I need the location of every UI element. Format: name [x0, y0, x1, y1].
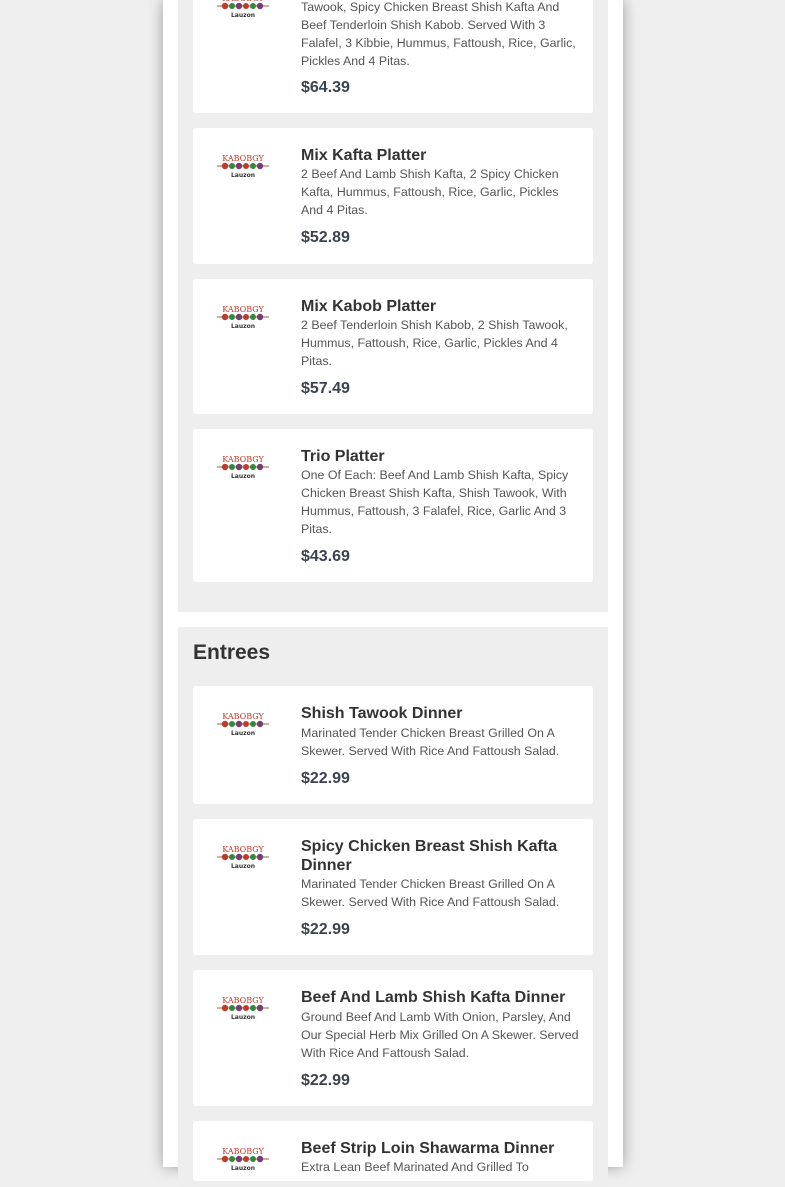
svg-text:Lauzon: Lauzon — [231, 863, 255, 870]
menu-item-name[interactable]: Mix Kabob Platter — [301, 297, 586, 316]
kabobgy-logo-thumbnail: KABOBGY Lauzon — [213, 0, 273, 24]
svg-text:Lauzon: Lauzon — [231, 323, 255, 330]
menu-item-price: $57.49 — [301, 380, 350, 397]
svg-text:Lauzon: Lauzon — [231, 730, 255, 737]
kabobgy-logo-icon: KABOBGY Lauzon — [217, 1147, 269, 1172]
svg-text:KABOBGY: KABOBGY — [222, 154, 264, 163]
section-title-entrees: Entrees — [193, 641, 271, 664]
kabobgy-logo-thumbnail: KABOBGY Lauzon — [213, 301, 273, 335]
svg-text:KABOBGY: KABOBGY — [222, 845, 264, 854]
svg-text:KABOBGY: KABOBGY — [222, 712, 264, 721]
kabobgy-logo-thumbnail: KABOBGY Lauzon — [213, 1143, 273, 1177]
kabobgy-logo-thumbnail: KABOBGY Lauzon — [213, 708, 273, 742]
kabobgy-logo-icon: KABOBGY Lauzon — [217, 154, 269, 179]
kabobgy-logo-thumbnail: KABOBGY Lauzon — [213, 841, 273, 875]
menu-item-description: Extra Lean Beef Marinated And Grilled To — [301, 1160, 529, 1174]
menu-item-price: $43.69 — [301, 548, 350, 565]
svg-text:Lauzon: Lauzon — [231, 12, 255, 19]
svg-text:Lauzon: Lauzon — [231, 473, 255, 480]
menu-item-price: $22.99 — [301, 1072, 350, 1089]
menu-item-description: 2 Beef And Lamb Shish Kafta, 2 Spicy Chi… — [301, 167, 559, 217]
svg-text:Lauzon: Lauzon — [231, 1165, 255, 1172]
kabobgy-logo-icon: KABOBGY Lauzon — [217, 305, 269, 330]
menu-item-description: Tawook, Spicy Chicken Breast Shish Kafta… — [301, 0, 576, 68]
menu-item-price: $22.99 — [301, 770, 350, 787]
menu-item-description: One Of Each: Beef And Lamb Shish Kafta, … — [301, 468, 569, 536]
menu-item-name[interactable]: Trio Platter — [301, 447, 586, 466]
svg-text:KABOBGY: KABOBGY — [222, 455, 264, 464]
menu-item-name[interactable]: Shish Tawook Dinner — [301, 704, 586, 723]
menu-item-name[interactable]: Mix Kafta Platter — [301, 146, 586, 165]
menu-item-description: 2 Beef Tenderloin Shish Kabob, 2 Shish T… — [301, 318, 568, 368]
menu-item-name[interactable]: Beef Strip Loin Shawarma Dinner — [301, 1139, 586, 1158]
svg-text:Lauzon: Lauzon — [231, 172, 255, 179]
kabobgy-logo-icon: KABOBGY Lauzon — [217, 455, 269, 480]
menu-item-description: Ground Beef And Lamb With Onion, Parsley… — [301, 1010, 579, 1060]
kabobgy-logo-icon: KABOBGY Lauzon — [217, 0, 269, 19]
menu-item-price: $52.89 — [301, 229, 350, 246]
kabobgy-logo-thumbnail: KABOBGY Lauzon — [213, 992, 273, 1026]
kabobgy-logo-thumbnail: KABOBGY Lauzon — [213, 150, 273, 184]
svg-text:KABOBGY: KABOBGY — [222, 305, 264, 314]
svg-text:KABOBGY: KABOBGY — [222, 996, 264, 1005]
svg-text:Lauzon: Lauzon — [231, 1014, 255, 1021]
kabobgy-logo-icon: KABOBGY Lauzon — [217, 845, 269, 870]
menu-item-price: $64.39 — [301, 79, 350, 96]
menu-item-description: Marinated Tender Chicken Breast Grilled … — [301, 877, 560, 909]
kabobgy-logo-icon: KABOBGY Lauzon — [217, 712, 269, 737]
menu-item-name[interactable]: Spicy Chicken Breast Shish Kafta Dinner — [301, 837, 586, 875]
kabobgy-logo-icon: KABOBGY Lauzon — [217, 996, 269, 1021]
menu-item-description: Marinated Tender Chicken Breast Grilled … — [301, 726, 560, 758]
menu-item-price: $22.99 — [301, 921, 350, 938]
svg-text:KABOBGY: KABOBGY — [222, 1147, 264, 1156]
menu-item-name[interactable]: Beef And Lamb Shish Kafta Dinner — [301, 988, 586, 1007]
kabobgy-logo-thumbnail: KABOBGY Lauzon — [213, 451, 273, 485]
svg-text:KABOBGY: KABOBGY — [222, 0, 264, 3]
